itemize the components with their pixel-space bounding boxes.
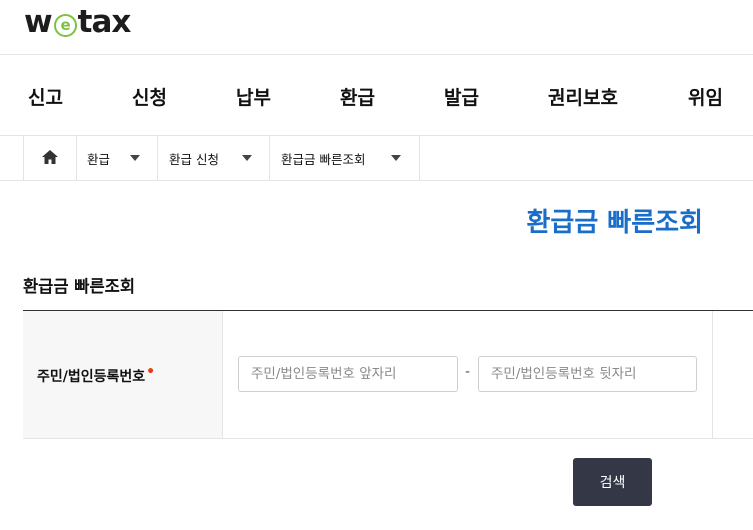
chevron-down-icon bbox=[242, 155, 252, 161]
table-divider bbox=[712, 311, 713, 438]
breadcrumb-item-refund[interactable]: 환급 bbox=[76, 136, 158, 180]
id-number-label: 주민/법인등록번호• bbox=[37, 364, 156, 386]
breadcrumb-item-refund-apply[interactable]: 환급 신청 bbox=[157, 136, 270, 180]
breadcrumb-item-quick-lookup[interactable]: 환급금 빠른조회 bbox=[269, 136, 420, 180]
id-number-header-cell: 주민/법인등록번호• bbox=[23, 311, 223, 438]
search-button[interactable]: 검색 bbox=[573, 458, 652, 506]
nav-item-payment[interactable]: 납부 bbox=[236, 83, 271, 110]
id-number-front-input[interactable] bbox=[238, 356, 458, 392]
breadcrumb-label: 환급 신청 bbox=[169, 151, 219, 167]
chevron-down-icon bbox=[130, 155, 140, 161]
logo-tax: tax bbox=[77, 4, 132, 40]
chevron-down-icon bbox=[391, 155, 401, 161]
nav-item-refund[interactable]: 환급 bbox=[340, 83, 375, 110]
page-title: 환급금 빠른조회 bbox=[526, 208, 704, 238]
breadcrumb-label: 환급금 빠른조회 bbox=[281, 151, 366, 167]
nav-item-delegation[interactable]: 위임 bbox=[688, 83, 723, 110]
home-icon[interactable] bbox=[42, 150, 58, 164]
nav-item-rights-protection[interactable]: 권리보호 bbox=[548, 83, 618, 110]
main-nav: 신고 신청 납부 환급 발급 권리보호 위임 bbox=[0, 55, 753, 136]
site-header: w e tax bbox=[0, 0, 753, 55]
id-number-back-input[interactable] bbox=[478, 356, 697, 392]
wetax-logo[interactable]: w e tax bbox=[24, 4, 132, 40]
lookup-form-table: 주민/법인등록번호• - bbox=[23, 310, 753, 439]
logo-w: w bbox=[24, 4, 53, 40]
nav-item-report[interactable]: 신고 bbox=[28, 83, 63, 110]
id-number-separator: - bbox=[465, 364, 471, 380]
breadcrumb-label: 환급 bbox=[87, 151, 111, 167]
id-number-label-text: 주민/법인등록번호 bbox=[37, 369, 146, 385]
required-mark: • bbox=[146, 364, 156, 380]
nav-item-apply[interactable]: 신청 bbox=[132, 83, 167, 110]
section-title: 환급금 빠른조회 bbox=[23, 277, 136, 296]
breadcrumb: 환급 환급 신청 환급금 빠른조회 bbox=[0, 136, 753, 181]
nav-item-issuance[interactable]: 발급 bbox=[444, 83, 479, 110]
logo-e-circle: e bbox=[53, 13, 77, 37]
